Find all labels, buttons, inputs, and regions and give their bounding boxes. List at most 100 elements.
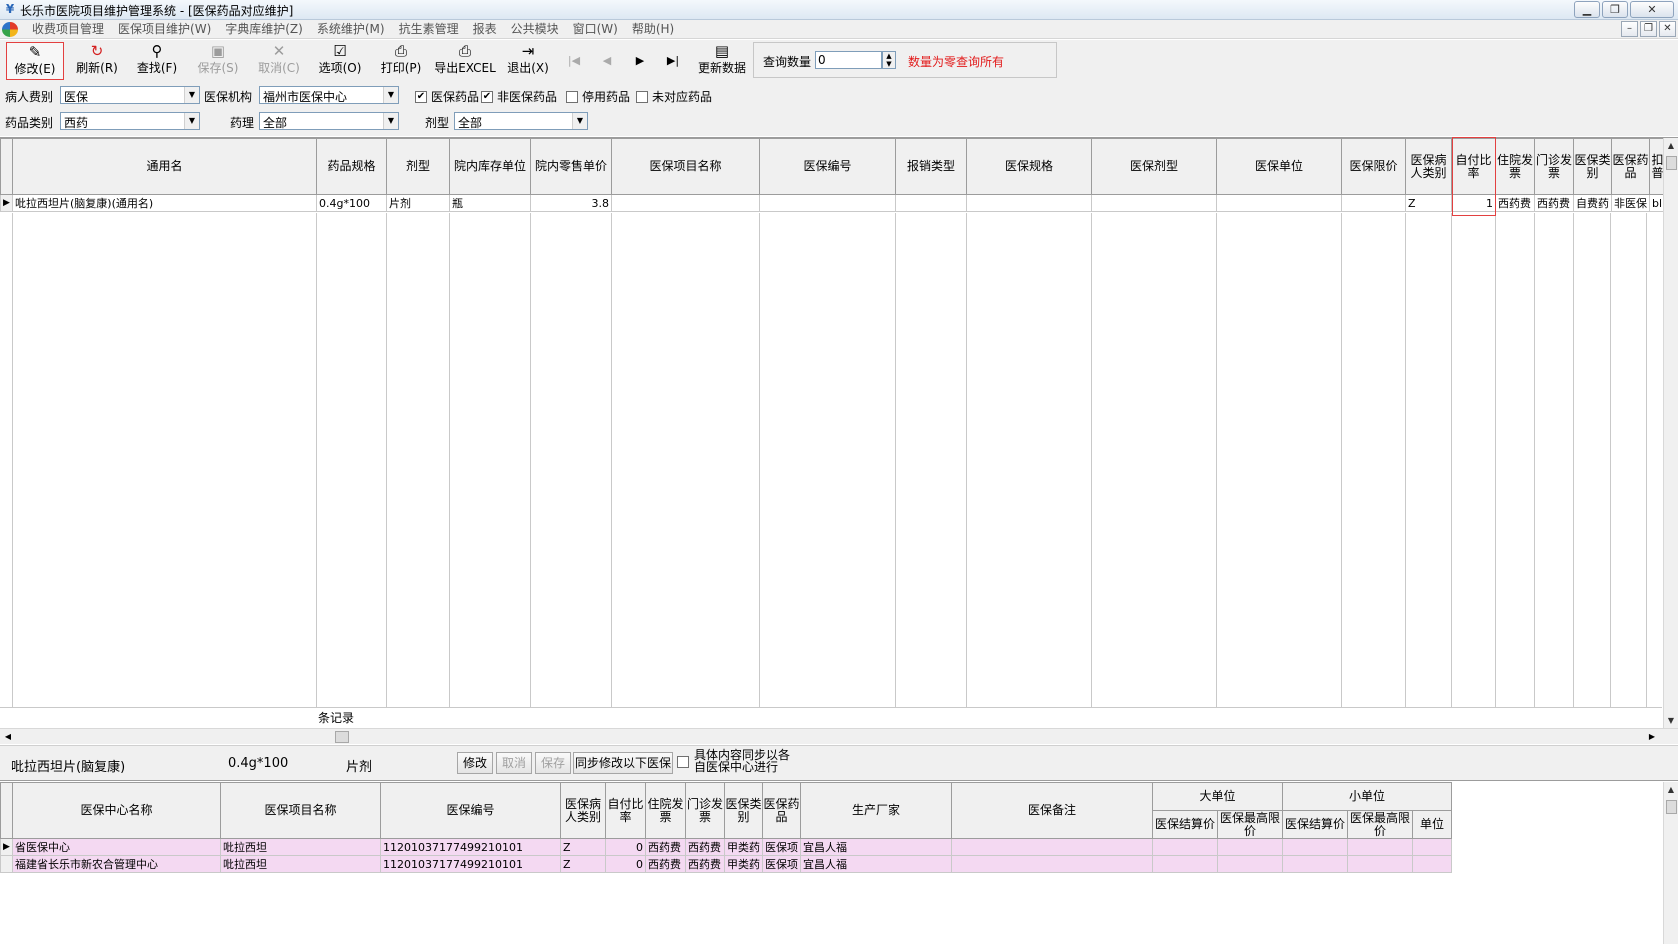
column-header[interactable]: 医保结算价: [1152, 810, 1218, 839]
column-header[interactable]: 门诊发票: [1534, 138, 1574, 195]
column-header[interactable]: 医保药品: [762, 782, 801, 839]
print-button[interactable]: ⎙ 打印(P): [372, 42, 430, 80]
sync-modify-button[interactable]: 同步修改以下医保: [573, 752, 673, 774]
table-cell[interactable]: 西药费: [645, 838, 686, 856]
column-header[interactable]: 住院发票: [645, 782, 686, 839]
scroll-thumb[interactable]: [1666, 800, 1677, 814]
spin-down-icon[interactable]: ▼: [883, 60, 895, 68]
table-cell[interactable]: [966, 194, 1092, 212]
column-header[interactable]: 医保药品: [1611, 138, 1650, 195]
column-header[interactable]: 院内库存单位: [449, 138, 531, 195]
column-header[interactable]: 单位: [1412, 810, 1452, 839]
menu-dictionary[interactable]: 字典库维护(Z): [218, 21, 310, 38]
sync-checkbox[interactable]: [677, 756, 689, 768]
column-header[interactable]: 药品规格: [316, 138, 387, 195]
table-cell[interactable]: [611, 194, 760, 212]
export-excel-button[interactable]: ⎙ 导出EXCEL: [433, 42, 497, 80]
column-header[interactable]: 门诊发票: [685, 782, 725, 839]
table-cell[interactable]: [895, 194, 967, 212]
column-header[interactable]: 医保单位: [1216, 138, 1342, 195]
column-header[interactable]: 剂型: [386, 138, 450, 195]
table-cell[interactable]: 甲类药: [724, 855, 763, 873]
table-cell[interactable]: 0.4g*100: [316, 194, 387, 212]
scroll-left-icon[interactable]: ◀: [0, 729, 16, 745]
table-cell[interactable]: Z: [1405, 194, 1452, 212]
table-cell[interactable]: 省医保中心: [12, 838, 221, 856]
query-count-spinner[interactable]: ▲ ▼: [882, 51, 896, 69]
column-header[interactable]: 医保备注: [951, 782, 1153, 839]
table-cell[interactable]: [1152, 855, 1218, 873]
table-cell[interactable]: Z: [560, 855, 606, 873]
menu-fee-items[interactable]: 收费项目管理: [25, 21, 111, 38]
column-header[interactable]: 医保中心名称: [12, 782, 221, 839]
vertical-scrollbar[interactable]: ▲ ▼: [1663, 138, 1678, 728]
last-record-icon[interactable]: ▶|: [663, 52, 683, 70]
column-header[interactable]: 报销类型: [895, 138, 967, 195]
table-cell[interactable]: 吡拉西坦: [220, 855, 381, 873]
pharmacology-select[interactable]: 全部 ▼: [259, 112, 399, 130]
save-button[interactable]: ▣ 保存(S): [189, 42, 247, 80]
table-row[interactable]: ▶ 省医保中心 吡拉西坦 11201037177499210101 Z 0 西药…: [0, 838, 1452, 856]
patient-type-select[interactable]: 医保 ▼: [60, 86, 200, 104]
table-cell[interactable]: 福建省长乐市新农合管理中心: [12, 855, 221, 873]
refresh-button[interactable]: ↻ 刷新(R): [68, 42, 126, 80]
table-cell[interactable]: [1341, 194, 1406, 212]
scroll-down-icon[interactable]: ▼: [1664, 713, 1678, 728]
table-cell[interactable]: 0: [605, 838, 646, 856]
table-cell[interactable]: 自费药: [1573, 194, 1612, 212]
table-cell[interactable]: 瓶: [449, 194, 531, 212]
prev-record-icon[interactable]: ◀: [597, 52, 617, 70]
table-cell[interactable]: 医保项: [762, 838, 801, 856]
table-row[interactable]: 福建省长乐市新农合管理中心 吡拉西坦 11201037177499210101 …: [0, 855, 1452, 873]
column-header[interactable]: 医保病人类别: [560, 782, 606, 839]
table-cell[interactable]: 西药费: [685, 855, 725, 873]
table-row[interactable]: ▶ 吡拉西坦片(脑复康)(通用名) 0.4g*100 片剂 瓶 3.8 Z 1 …: [0, 194, 1666, 212]
table-cell[interactable]: [1282, 855, 1348, 873]
table-cell[interactable]: 11201037177499210101: [380, 838, 561, 856]
table-cell[interactable]: Z: [560, 838, 606, 856]
dosage-form-select[interactable]: 全部 ▼: [454, 112, 588, 130]
table-cell[interactable]: [1091, 194, 1217, 212]
table-cell[interactable]: [951, 838, 1153, 856]
table-cell[interactable]: [1412, 838, 1452, 856]
menu-help[interactable]: 帮助(H): [625, 21, 681, 38]
table-cell[interactable]: [951, 855, 1153, 873]
find-button[interactable]: ⚲ 查找(F): [128, 42, 186, 80]
org-select[interactable]: 福州市医保中心 ▼: [259, 86, 399, 104]
column-header[interactable]: 医保项目名称: [220, 782, 381, 839]
table-cell[interactable]: 甲类药: [724, 838, 763, 856]
lower-vertical-scrollbar[interactable]: ▲: [1663, 782, 1678, 944]
detail-cancel-button[interactable]: 取消: [496, 752, 532, 774]
table-cell[interactable]: [1152, 838, 1218, 856]
table-cell[interactable]: 宜昌人福: [800, 838, 952, 856]
column-header[interactable]: 医保项目名称: [611, 138, 760, 195]
table-cell[interactable]: 吡拉西坦片(脑复康)(通用名): [12, 194, 317, 212]
minimize-button[interactable]: ▁: [1574, 1, 1600, 18]
first-record-icon[interactable]: |◀: [564, 52, 584, 70]
mdi-close-button[interactable]: ✕: [1659, 21, 1676, 37]
close-button[interactable]: ✕: [1630, 1, 1674, 18]
restore-button[interactable]: ❐: [1602, 1, 1628, 18]
mdi-minimize-button[interactable]: –: [1621, 21, 1638, 37]
table-cell[interactable]: [1347, 855, 1413, 873]
column-header[interactable]: 医保结算价: [1282, 810, 1348, 839]
column-header[interactable]: 医保类别: [1573, 138, 1612, 195]
spin-up-icon[interactable]: ▲: [883, 52, 895, 60]
table-cell[interactable]: [1282, 838, 1348, 856]
scroll-up-icon[interactable]: ▲: [1664, 782, 1678, 797]
unmatched-drug-checkbox[interactable]: 未对应药品: [636, 88, 712, 105]
column-header[interactable]: 医保编号: [380, 782, 561, 839]
table-cell[interactable]: [1412, 855, 1452, 873]
scroll-right-icon[interactable]: ▶: [1644, 729, 1660, 745]
column-header[interactable]: 医保规格: [966, 138, 1092, 195]
column-header[interactable]: 医保类别: [724, 782, 763, 839]
exit-button[interactable]: ⇥ 退出(X): [499, 42, 557, 80]
insured-drug-checkbox[interactable]: ✔ 医保药品: [415, 88, 479, 105]
detail-save-button[interactable]: 保存: [535, 752, 571, 774]
table-cell[interactable]: 0: [605, 855, 646, 873]
table-cell[interactable]: [1216, 194, 1342, 212]
menu-reports[interactable]: 报表: [466, 21, 504, 38]
options-button[interactable]: ☑ 选项(O): [311, 42, 369, 80]
next-record-icon[interactable]: ▶: [630, 52, 650, 70]
column-header[interactable]: 院内零售单价: [530, 138, 612, 195]
